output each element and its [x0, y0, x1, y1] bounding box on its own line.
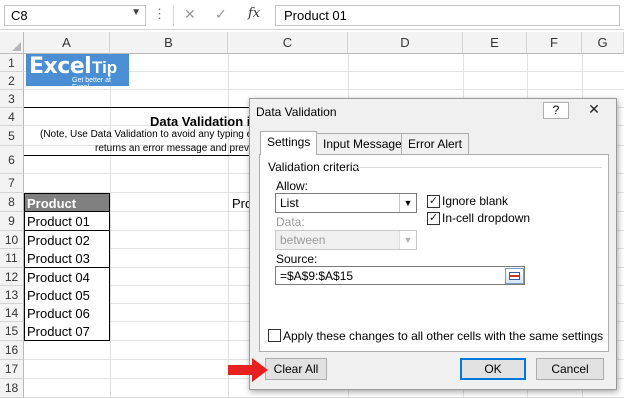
- apply-to-all-label: Apply these changes to all other cells w…: [283, 329, 604, 343]
- row-header[interactable]: 16: [0, 341, 24, 360]
- validation-criteria-label: Validation criteria: [268, 160, 360, 174]
- grid-line: [228, 54, 229, 398]
- excel-tip-logo: Excel Tip Get better at Excel: [26, 54, 129, 91]
- logo-tip-text: Tip: [92, 58, 118, 77]
- formula-bar-divider: [173, 5, 174, 26]
- incell-dropdown-checkbox[interactable]: ✓: [427, 212, 440, 225]
- row-header[interactable]: 17: [0, 360, 24, 379]
- cancel-icon[interactable]: ✕: [184, 6, 196, 23]
- incell-dropdown-label: In-cell dropdown: [442, 211, 531, 225]
- help-button[interactable]: ?: [543, 102, 569, 119]
- tab-input-message[interactable]: Input Message: [316, 133, 409, 154]
- ignore-blank-checkbox[interactable]: ✓: [427, 195, 440, 208]
- cancel-button[interactable]: Cancel: [536, 358, 604, 380]
- row-header[interactable]: 12: [0, 268, 24, 286]
- close-icon[interactable]: ✕: [580, 102, 608, 119]
- allow-label: Allow:: [276, 179, 309, 193]
- row-header[interactable]: 4: [0, 108, 24, 126]
- row-header[interactable]: 2: [0, 72, 24, 90]
- column-header-e[interactable]: E: [463, 32, 527, 54]
- column-header-a[interactable]: A: [24, 32, 110, 54]
- name-box-value: C8: [11, 8, 28, 23]
- column-header-c[interactable]: C: [228, 32, 348, 54]
- list-item[interactable]: Product 01: [24, 212, 110, 231]
- formula-input[interactable]: Product 01: [275, 5, 620, 26]
- row-header[interactable]: 10: [0, 231, 24, 249]
- chevron-down-icon[interactable]: ▼: [399, 194, 416, 212]
- data-select: between ▼: [275, 230, 417, 250]
- data-label: Data:: [276, 215, 305, 229]
- dialog-title: Data Validation: [256, 105, 337, 119]
- name-box[interactable]: C8 ▼: [4, 5, 146, 26]
- row-header[interactable]: 6: [0, 146, 24, 174]
- range-select-bar: [509, 275, 520, 277]
- logo-main-text: Excel: [29, 54, 92, 79]
- row-header[interactable]: 5: [0, 126, 24, 146]
- select-all-triangle-icon: [12, 42, 21, 51]
- grid-line: [110, 54, 111, 398]
- insert-function-icon[interactable]: fx: [248, 6, 260, 21]
- sheet-note-line-2: returns an error message and preve: [95, 143, 255, 154]
- list-item[interactable]: Product 03: [24, 249, 110, 268]
- chevron-down-icon: ▼: [399, 231, 416, 249]
- row-header[interactable]: 8: [0, 193, 24, 212]
- row-header[interactable]: 13: [0, 286, 24, 304]
- row-header[interactable]: 3: [0, 90, 24, 108]
- list-item[interactable]: Product 05: [24, 286, 110, 305]
- allow-select[interactable]: List ▼: [275, 193, 417, 213]
- apply-to-all-checkbox[interactable]: [268, 329, 281, 342]
- row-header[interactable]: 1: [0, 54, 24, 72]
- tab-error-alert[interactable]: Error Alert: [401, 133, 470, 154]
- column-header-d[interactable]: D: [348, 32, 463, 54]
- list-item[interactable]: Product 04: [24, 268, 110, 287]
- list-item[interactable]: Product 06: [24, 304, 110, 323]
- column-header-g[interactable]: G: [582, 32, 624, 54]
- source-label: Source:: [276, 252, 318, 266]
- range-select-icon[interactable]: [505, 268, 524, 284]
- source-input[interactable]: =$A$9:$A$15: [275, 266, 525, 285]
- row-header[interactable]: 11: [0, 249, 24, 268]
- list-item[interactable]: Product 02: [24, 231, 110, 250]
- ok-button[interactable]: OK: [460, 358, 526, 380]
- group-divider: [354, 167, 602, 168]
- enter-icon[interactable]: ✓: [215, 6, 227, 23]
- row-header[interactable]: 15: [0, 322, 24, 341]
- sheet-title: Data Validation in: [150, 114, 259, 129]
- column-header-b[interactable]: B: [110, 32, 228, 54]
- clear-all-button[interactable]: Clear All: [265, 358, 327, 380]
- row-header[interactable]: 7: [0, 174, 24, 193]
- row-header[interactable]: 14: [0, 304, 24, 322]
- formula-bar: C8 ▼ ⋮ ✕ ✓ fx Product 01: [0, 0, 624, 30]
- row-header[interactable]: 9: [0, 212, 24, 231]
- tab-settings[interactable]: Settings: [260, 131, 318, 155]
- logo-tagline: Get better at Excel: [72, 77, 111, 91]
- red-arrow-icon: [228, 358, 268, 382]
- data-select-value: between: [280, 233, 326, 247]
- list-item[interactable]: Product 07: [24, 322, 110, 341]
- row-header[interactable]: 18: [0, 379, 24, 398]
- ignore-blank-label: Ignore blank: [442, 194, 509, 208]
- product-list-header[interactable]: Product Name: [24, 193, 110, 226]
- column-header-f[interactable]: F: [527, 32, 582, 54]
- select-all-corner[interactable]: [0, 32, 24, 54]
- allow-select-value: List: [280, 196, 299, 210]
- sheet-note-line-1: (Note, Use Data Validation to avoid any …: [40, 129, 256, 140]
- more-options-icon[interactable]: ⋮: [153, 6, 166, 22]
- chevron-down-icon[interactable]: ▼: [131, 7, 141, 18]
